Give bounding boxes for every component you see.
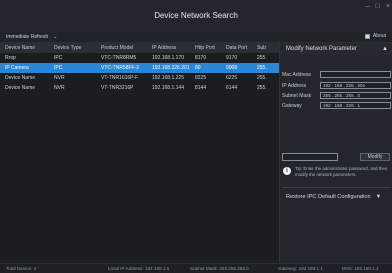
refresh-dropdown[interactable]: Immediate Refresh ⌄ bbox=[6, 33, 57, 41]
cell-subnet: 255. bbox=[257, 85, 267, 91]
cell-http-port: 80 bbox=[195, 65, 201, 71]
chevron-down-icon: ⌄ bbox=[53, 34, 58, 40]
cell-data-port: 6225 bbox=[226, 75, 238, 81]
cell-product-model: VTC-TNR58FF-2 bbox=[101, 65, 140, 71]
cell-subnet: 255. bbox=[257, 65, 267, 71]
table-header: Device Name Device Type Product Model IP… bbox=[0, 43, 279, 53]
admin-password-input[interactable] bbox=[282, 153, 338, 161]
gateway-field[interactable]: 192 . 168 . 226 . 1 bbox=[320, 102, 391, 109]
cell-data-port: 9170 bbox=[226, 55, 238, 61]
minimize-icon[interactable]: – bbox=[366, 3, 370, 11]
subnet-mask-field[interactable]: 255 . 255 . 255 . 0 bbox=[320, 92, 391, 99]
cell-ip-address: 192.168.226.201 bbox=[152, 65, 190, 71]
about-icon bbox=[364, 33, 370, 39]
cell-device-type: NVR bbox=[54, 85, 65, 91]
cell-product-model: VT-TNR3216P bbox=[101, 85, 134, 91]
info-icon: i bbox=[283, 167, 291, 175]
maximize-icon[interactable]: □ bbox=[376, 3, 380, 11]
cell-data-port: 9008 bbox=[226, 65, 238, 71]
cell-device-name: Rrop bbox=[5, 55, 16, 61]
cell-http-port: 8144 bbox=[195, 85, 207, 91]
cell-device-name: IP Camera bbox=[5, 65, 29, 71]
gateway-label: Gateway bbox=[282, 103, 302, 109]
cell-device-type: IPC bbox=[54, 55, 63, 61]
tip-text: Tip: Enter the administrator password, a… bbox=[295, 166, 388, 177]
cell-product-model: VT-TNR1616P-F bbox=[101, 75, 139, 81]
cell-ip-address: 192.168.1.170 bbox=[152, 55, 184, 61]
ip-address-label: IP Address bbox=[282, 83, 307, 89]
cell-subnet: 255. bbox=[257, 75, 267, 81]
table-row[interactable]: Device Name NVR VT-TNR3216P 192.168.1.14… bbox=[0, 83, 279, 93]
table-row[interactable]: Device Name NVR VT-TNR1616P-F 192.168.1.… bbox=[0, 73, 279, 83]
header-data-port[interactable]: Data Port bbox=[224, 43, 255, 53]
table-row[interactable]: Rrop IPC VTC-TNR8RM5 192.168.1.170 8170 … bbox=[0, 53, 279, 63]
restore-default-config[interactable]: Restore IPC Default Configuration ▼ bbox=[286, 194, 381, 200]
header-ip-address[interactable]: IP Address bbox=[150, 43, 193, 53]
cell-product-model: VTC-TNR8RM5 bbox=[101, 55, 137, 61]
total-devices: Total Device: 4 bbox=[6, 266, 37, 271]
table-row-selected[interactable]: IP Camera IPC VTC-TNR58FF-2 192.168.226.… bbox=[0, 63, 279, 73]
cell-ip-address: 192.168.1.225 bbox=[152, 75, 184, 81]
cell-ip-address: 192.168.1.144 bbox=[152, 85, 184, 91]
header-device-name[interactable]: Device Name bbox=[0, 43, 52, 53]
window-title: Device Network Search bbox=[154, 11, 238, 20]
title-bar: Device Network Search – □ × bbox=[0, 0, 392, 31]
cell-device-type: NVR bbox=[54, 75, 65, 81]
cell-data-port: 6144 bbox=[226, 85, 238, 91]
cell-device-type: IPC bbox=[54, 65, 63, 71]
panel-header[interactable]: Modify Network Parameter ▲ bbox=[280, 43, 392, 55]
header-http-port[interactable]: Http Port bbox=[193, 43, 224, 53]
panel-title: Modify Network Parameter bbox=[286, 46, 358, 52]
subnet-mask-status: Subnet Mask: 255.255.255.0 bbox=[190, 266, 249, 271]
divider bbox=[282, 187, 391, 188]
ip-address-field[interactable]: 192 . 168 . 226 . 201 bbox=[320, 82, 391, 89]
restore-label: Restore IPC Default Configuration bbox=[286, 194, 371, 200]
dns-status: DNS: 192.168.1.1 bbox=[342, 266, 379, 271]
header-product-model[interactable]: Product Model bbox=[99, 43, 150, 53]
toolbar: Immediate Refresh ⌄ About bbox=[0, 31, 392, 43]
cell-device-name: Device Name bbox=[5, 85, 36, 91]
header-device-type[interactable]: Device Type bbox=[52, 43, 99, 53]
chevron-down-icon: ▼ bbox=[375, 194, 382, 200]
status-bar: Total Device: 4 Local IP Address: 192.16… bbox=[0, 263, 392, 273]
cell-http-port: 8225 bbox=[195, 75, 207, 81]
gateway-status: Gateway: 192.168.1.1 bbox=[278, 266, 323, 271]
chevron-up-icon[interactable]: ▲ bbox=[382, 46, 388, 52]
device-table: Device Name Device Type Product Model IP… bbox=[0, 43, 279, 263]
cell-http-port: 8170 bbox=[195, 55, 207, 61]
modify-network-panel: Modify Network Parameter ▲ Mac Address I… bbox=[279, 43, 392, 263]
modify-button[interactable]: Modify bbox=[360, 153, 390, 161]
mac-address-label: Mac Address bbox=[282, 72, 311, 78]
cell-subnet: 255. bbox=[257, 55, 267, 61]
about-label: About bbox=[372, 33, 386, 39]
about-button[interactable]: About bbox=[364, 33, 386, 39]
local-ip-address: Local IP Address: 192.168.1.6 bbox=[108, 266, 170, 271]
close-icon[interactable]: × bbox=[386, 3, 390, 11]
subnet-mask-label: Subnet Mask bbox=[282, 93, 312, 99]
window-controls: – □ × bbox=[366, 3, 390, 11]
header-subnet[interactable]: Sub bbox=[255, 43, 279, 53]
cell-device-name: Device Name bbox=[5, 75, 36, 81]
mac-address-field[interactable] bbox=[320, 71, 391, 78]
refresh-label: Immediate Refresh bbox=[6, 34, 49, 40]
